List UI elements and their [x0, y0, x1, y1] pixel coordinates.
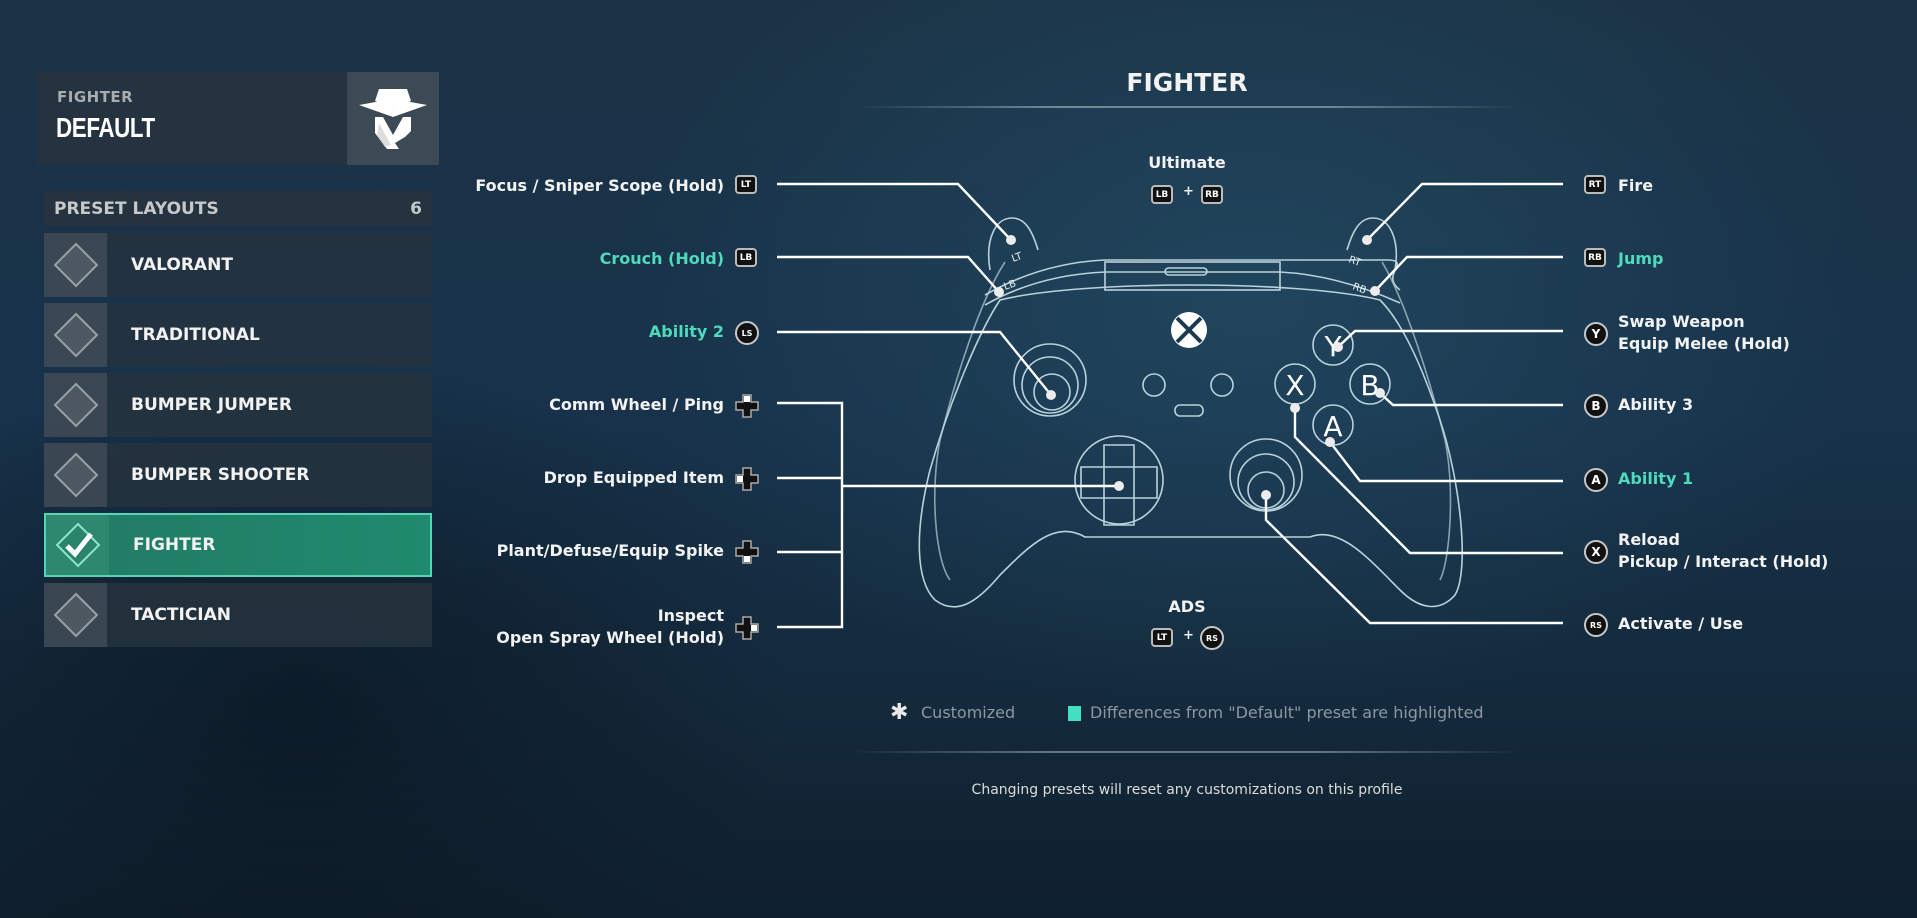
lt-badge-icon: LT [1151, 628, 1173, 647]
footer-note: Changing presets will reset any customiz… [971, 782, 1403, 798]
d-pad-left-icon [735, 467, 759, 491]
rb-badge-icon: RB [1201, 185, 1223, 204]
leader-dpad-up [777, 401, 844, 629]
leader-ls [777, 330, 1052, 396]
binding-text: Swap Weapon [1618, 312, 1745, 331]
binding-label-left[interactable]: Comm Wheel / Ping [549, 394, 724, 416]
binding-text: Reload [1618, 530, 1680, 549]
face-letter-x: X [1285, 369, 1304, 402]
b-button-icon: B [1584, 394, 1608, 418]
xbox-logo-icon [1171, 312, 1207, 348]
leader-rs [1264, 495, 1563, 625]
leader-rb [1374, 255, 1563, 292]
menu-button [1210, 373, 1234, 397]
binding-label-right[interactable]: Swap Weapon Equip Melee (Hold) [1618, 311, 1790, 355]
binding-label-right[interactable]: Ability 3 [1618, 394, 1693, 416]
leader-y [1337, 329, 1563, 348]
lb-badge-icon: LB [1151, 185, 1173, 204]
leader-b [1379, 392, 1563, 407]
binding-text: Pickup / Interact (Hold) [1618, 552, 1829, 571]
asterisk-icon: ✱ [890, 700, 909, 725]
binding-label-left[interactable]: Ability 2 [649, 321, 724, 343]
a-button-icon: A [1584, 468, 1608, 492]
binding-label-right[interactable]: Reload Pickup / Interact (Hold) [1618, 529, 1828, 573]
controller-diagram: LT LB RT RB Y X B A [777, 182, 1563, 629]
binding-label-right[interactable]: Activate / Use [1618, 613, 1743, 635]
view-button [1142, 373, 1166, 397]
d-pad-down-icon [735, 540, 759, 564]
binding-text: Comm Wheel / Ping [549, 395, 724, 414]
highlight-swatch [1068, 706, 1081, 721]
d-pad-right-icon [735, 616, 759, 640]
ls-button-icon: LS [735, 321, 759, 345]
binding-text: Fire [1618, 176, 1654, 195]
d-pad-up-icon [735, 394, 759, 418]
binding-label-left[interactable]: Crouch (Hold) [600, 248, 724, 270]
leader-lt [777, 182, 1012, 241]
binding-text: Open Spray Wheel (Hold) [496, 628, 724, 647]
ultimate-label: Ultimate [1148, 153, 1226, 172]
binding-label-right[interactable]: Fire [1618, 175, 1653, 197]
legend-highlighted: Differences from "Default" preset are hi… [1090, 703, 1484, 722]
dpad [1074, 435, 1164, 525]
binding-text: Drop Equipped Item [543, 468, 724, 487]
rt-badge-icon: RT [1584, 175, 1606, 194]
binding-label-right[interactable]: Ability 1 [1618, 468, 1693, 490]
binding-text: Ability 1 [1618, 469, 1694, 488]
binding-text: Ability 2 [648, 322, 724, 341]
binding-label-left[interactable]: Plant/Defuse/Equip Spike [497, 540, 724, 562]
share-button [1174, 404, 1204, 417]
lt-badge-icon: LT [735, 175, 757, 194]
legend-customized: Customized [921, 703, 1016, 722]
x-button-icon: X [1584, 540, 1608, 564]
binding-text: Inspect [657, 606, 724, 625]
binding-label-left[interactable]: Inspect Open Spray Wheel (Hold) [496, 605, 724, 649]
plus-sign: + [1183, 628, 1194, 643]
ads-label: ADS [1168, 597, 1206, 616]
binding-label-left[interactable]: Drop Equipped Item [544, 467, 724, 489]
rb-badge-icon: RB [1584, 248, 1606, 267]
binding-text: Activate / Use [1618, 614, 1744, 633]
binding-text: Jump [1618, 249, 1664, 268]
rs-badge-icon: RS [1200, 626, 1224, 650]
binding-text: Ability 3 [1618, 395, 1694, 414]
leader-lb [777, 255, 1000, 293]
controller-label-lt: LT [1010, 251, 1024, 265]
controller-outline [918, 217, 1463, 608]
plus-sign: + [1183, 184, 1194, 199]
face-letter-b: B [1360, 369, 1379, 402]
binding-label-left[interactable]: Focus / Sniper Scope (Hold) [475, 175, 724, 197]
left-stick [1013, 343, 1087, 417]
binding-label-right[interactable]: Jump [1618, 248, 1663, 270]
binding-text: Plant/Defuse/Equip Spike [496, 541, 724, 560]
lb-badge-icon: LB [735, 248, 757, 267]
leader-rt [1366, 182, 1563, 241]
bottom-divider [850, 751, 1520, 753]
binding-text: Equip Melee (Hold) [1618, 334, 1790, 353]
y-button-icon: Y [1584, 322, 1608, 346]
binding-text: Focus / Sniper Scope (Hold) [475, 176, 724, 195]
controller-label-rt: RT [1347, 254, 1363, 269]
binding-text: Crouch (Hold) [599, 249, 724, 268]
rs-button-icon: RS [1584, 613, 1608, 637]
